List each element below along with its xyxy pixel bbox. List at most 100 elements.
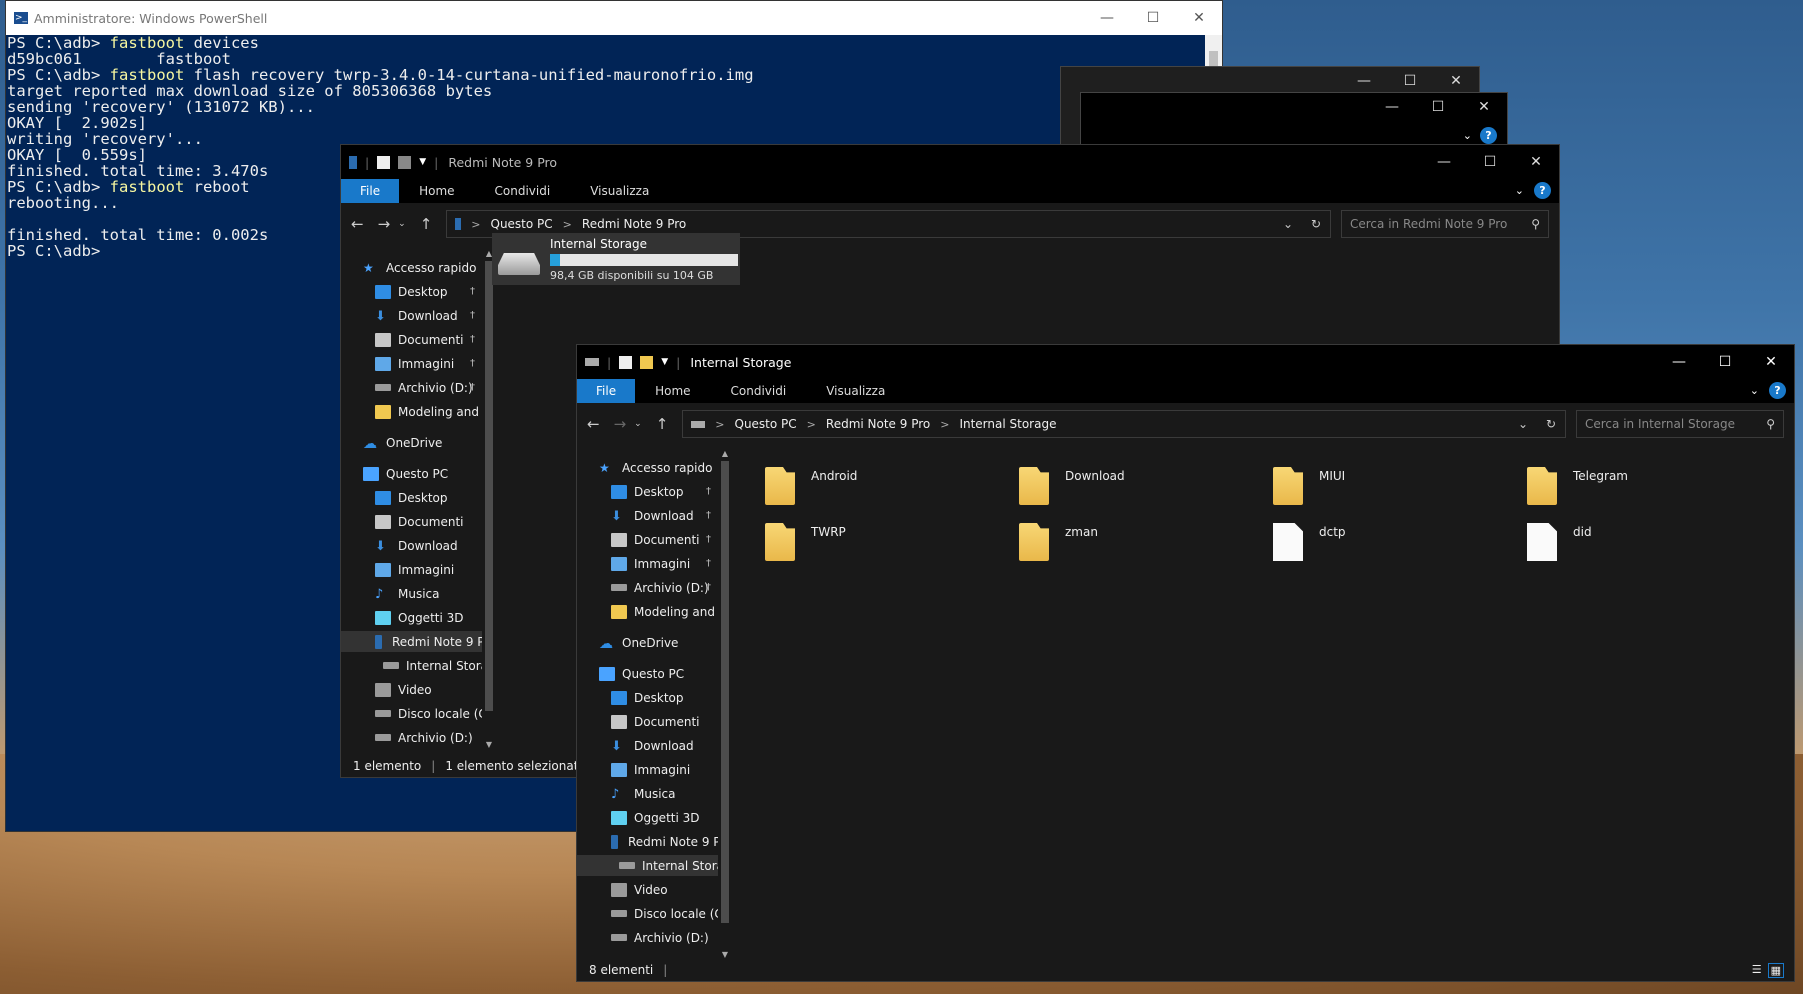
sidebar-item[interactable]: Internal Storag [577,855,732,876]
sidebar-item[interactable]: Desktop [577,687,719,708]
qat-dropdown-icon[interactable]: ▼ [419,157,426,167]
sidebar-item[interactable]: Immagini † [577,553,719,574]
folder-item[interactable]: Android [765,467,857,505]
tab-share[interactable]: Condividi [711,379,807,403]
sidebar-item[interactable]: Desktop † [341,281,483,302]
forward-button[interactable]: → [614,415,627,433]
sidebar-item[interactable]: ☁ OneDrive [341,432,483,453]
sidebar-item[interactable]: ⬇ Download [341,535,483,556]
scroll-down-icon[interactable]: ▼ [482,740,496,749]
recent-locations-button[interactable]: ⌄ [634,419,642,429]
navigation-pane[interactable]: ★ Accesso rapido Desktop † ⬇ Download † Documen… [341,249,499,749]
breadcrumb-this-pc[interactable]: Questo PC [735,417,797,431]
sidebar-item[interactable]: Archivio (D:) † [577,577,719,598]
scroll-down-icon[interactable]: ▼ [718,950,732,959]
new-folder-icon[interactable] [640,355,654,369]
close-button[interactable]: ✕ [1433,67,1479,95]
folder-item[interactable]: TWRP [765,523,846,561]
properties-icon[interactable] [619,355,633,369]
maximize-button[interactable]: ☐ [1415,93,1461,121]
refresh-icon[interactable]: ↻ [1302,217,1330,231]
qat-dropdown-icon[interactable]: ▼ [661,357,668,367]
sidebar-item[interactable]: ⬇ Download † [341,305,483,326]
navigation-pane[interactable]: ★ Accesso rapido Desktop † ⬇ Download † Documen… [577,449,735,959]
forward-button[interactable]: → [378,215,391,233]
sidebar-item[interactable]: Oggetti 3D [577,807,719,828]
sidebar-item[interactable]: Documenti † [341,329,483,350]
minimize-button[interactable]: — [1656,345,1702,379]
minimize-button[interactable]: — [1421,145,1467,179]
help-icon[interactable]: ? [1769,382,1786,399]
drive-item-internal-storage[interactable]: Internal Storage 98,4 GB disponibili su … [492,233,740,285]
sidebar-item[interactable]: Archivio (D:) † [341,377,483,398]
back-button[interactable]: ← [351,215,364,233]
ribbon-expand-icon[interactable]: ⌄ [1515,184,1524,197]
sidebar-item[interactable]: Questo PC [577,663,719,684]
help-icon[interactable]: ? [1534,182,1551,199]
breadcrumb-redmi[interactable]: Redmi Note 9 Pro [582,217,686,231]
sidebar-item[interactable]: Modeling and C [341,401,491,422]
sidebar-item[interactable]: ⬇ Download [577,735,719,756]
sidebar-item[interactable]: Desktop [341,487,483,508]
explorer-titlebar[interactable]: | ▼ | Redmi Note 9 Pro — ☐ ✕ [341,145,1559,179]
sidebar-item[interactable]: Desktop † [577,481,719,502]
breadcrumb-internal-storage[interactable]: Internal Storage [959,417,1056,431]
search-input[interactable]: Cerca in Internal Storage ⚲ [1576,410,1784,438]
tab-file[interactable]: File [341,179,400,203]
sidebar-item[interactable]: ★ Accesso rapido [341,257,483,278]
minimize-button[interactable]: — [1084,1,1130,35]
explorer-window-internal-storage[interactable]: | ▼ | Internal Storage — ☐ ✕ File Home C… [576,344,1795,982]
sidebar-item[interactable]: Redmi Note 9 Pr [341,631,489,652]
nav-scrollbar[interactable]: ▲ ▼ [482,249,496,749]
address-dropdown-icon[interactable]: ⌄ [1509,417,1537,431]
close-button[interactable]: ✕ [1748,345,1794,379]
recent-locations-button[interactable]: ⌄ [398,219,406,229]
sidebar-item[interactable]: Documenti [577,711,719,732]
sidebar-item[interactable]: Archivio (D:) [341,727,483,748]
sidebar-item[interactable]: ★ Accesso rapido [577,457,719,478]
address-dropdown-icon[interactable]: ⌄ [1274,217,1302,231]
sidebar-item[interactable]: Immagini † [341,353,483,374]
file-item[interactable]: dctp [1273,523,1346,561]
sidebar-item[interactable]: ♪ Musica [341,583,483,604]
help-icon[interactable]: ? [1480,127,1497,144]
close-button[interactable]: ✕ [1176,1,1222,35]
scroll-up-icon[interactable]: ▲ [718,449,732,459]
breadcrumb-this-pc[interactable]: Questo PC [491,217,553,231]
tab-view[interactable]: Visualizza [806,379,905,403]
minimize-button[interactable]: — [1341,67,1387,95]
back-button[interactable]: ← [587,415,600,433]
powershell-titlebar[interactable]: >_ Amministratore: Windows PowerShell — … [6,1,1222,35]
sidebar-item[interactable]: Documenti [341,511,483,532]
tab-home[interactable]: Home [399,179,474,203]
maximize-button[interactable]: ☐ [1387,67,1433,95]
up-button[interactable]: ↑ [656,415,669,433]
minimize-button[interactable]: — [1369,93,1415,121]
sidebar-item[interactable]: ♪ Musica [577,783,719,804]
address-bar[interactable]: > Questo PC > Redmi Note 9 Pro > Internal … [682,410,1566,438]
new-folder-icon[interactable] [398,155,412,169]
sidebar-item[interactable]: Immagini [341,559,483,580]
maximize-button[interactable]: ☐ [1702,345,1748,379]
close-button[interactable]: ✕ [1513,145,1559,179]
tab-home[interactable]: Home [635,379,710,403]
close-button[interactable]: ✕ [1461,93,1507,121]
sidebar-item[interactable]: Internal Storag [341,655,496,676]
tab-view[interactable]: Visualizza [570,179,669,203]
search-input[interactable]: Cerca in Redmi Note 9 Pro ⚲ [1341,210,1549,238]
up-button[interactable]: ↑ [420,215,433,233]
sidebar-item[interactable]: Modeling and C [577,601,727,622]
folder-item[interactable]: MIUI [1273,467,1345,505]
sidebar-item[interactable]: Oggetti 3D [341,607,483,628]
sidebar-item[interactable]: Video [341,679,483,700]
sidebar-item[interactable]: Disco locale (C:) [577,903,732,924]
chevron-down-icon[interactable]: ⌄ [1463,129,1472,142]
sidebar-item[interactable]: Video [577,879,719,900]
sidebar-item[interactable]: Disco locale (C:) [341,703,496,724]
sidebar-item[interactable]: ⬇ Download † [577,505,719,526]
sidebar-item[interactable]: Questo PC [341,463,483,484]
tab-file[interactable]: File [577,379,636,403]
sidebar-item[interactable]: Immagini [577,759,719,780]
properties-icon[interactable] [377,155,391,169]
large-icons-view-icon[interactable]: ▦ [1767,962,1784,978]
